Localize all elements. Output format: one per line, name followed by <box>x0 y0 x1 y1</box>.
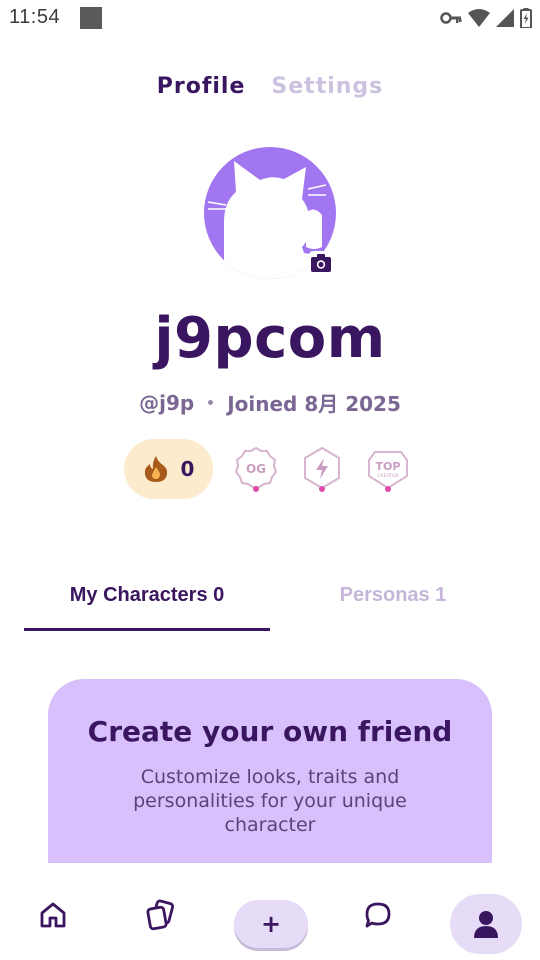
active-tab-indicator <box>24 628 270 631</box>
card-description: Customize looks, traits and personalitie… <box>133 766 407 836</box>
bottom-nav: + <box>0 880 540 960</box>
joined-date: Joined 8月 2025 <box>227 392 401 416</box>
profile-meta: @j9p Joined 8月 2025 <box>0 388 540 417</box>
top-badge-sublabel: CREATOR <box>377 473 398 479</box>
og-badge[interactable]: OG <box>234 446 278 492</box>
badges-row: 0 OG TOP CREATOR <box>124 439 433 499</box>
handle: @j9p <box>139 390 195 415</box>
nav-chat[interactable] <box>358 895 398 935</box>
card-title: Create your own friend <box>87 715 453 748</box>
top-tabs: Profile Settings <box>0 74 540 99</box>
section-tabs: My Characters 0 Personas 1 <box>24 576 516 632</box>
status-bar: 11:54 <box>0 0 540 36</box>
separator-dot <box>208 400 214 405</box>
home-icon <box>40 902 66 928</box>
create-friend-card[interactable]: Create your own friend Customize looks, … <box>48 679 492 863</box>
streak-badge[interactable]: 0 <box>124 439 213 499</box>
top-creator-badge[interactable]: TOP CREATOR <box>367 446 409 492</box>
notification-icon <box>80 7 102 29</box>
lightning-badge[interactable] <box>301 446 343 492</box>
camera-icon[interactable] <box>309 251 333 275</box>
chat-icon <box>365 902 391 928</box>
create-button[interactable]: + <box>234 900 308 948</box>
user-icon <box>474 911 498 938</box>
fire-icon <box>144 456 167 482</box>
tab-personas[interactable]: Personas 1 <box>270 576 516 632</box>
battery-icon <box>520 8 532 28</box>
top-badge-label: TOP <box>376 460 401 473</box>
og-badge-label: OG <box>246 462 266 476</box>
streak-count: 0 <box>180 457 195 481</box>
tab-my-characters[interactable]: My Characters 0 <box>24 576 270 632</box>
nav-home[interactable] <box>33 895 73 935</box>
nav-cards[interactable] <box>140 895 180 935</box>
status-time: 11:54 <box>9 6 61 28</box>
cards-icon <box>146 899 175 931</box>
signal-icon <box>496 9 514 27</box>
display-name: j9pcom <box>154 306 386 371</box>
status-icons <box>440 6 532 30</box>
vpn-key-icon <box>440 12 462 24</box>
tab-settings[interactable]: Settings <box>271 74 383 99</box>
tab-profile[interactable]: Profile <box>157 74 246 99</box>
wifi-icon <box>468 9 490 27</box>
nav-profile[interactable] <box>450 894 522 954</box>
